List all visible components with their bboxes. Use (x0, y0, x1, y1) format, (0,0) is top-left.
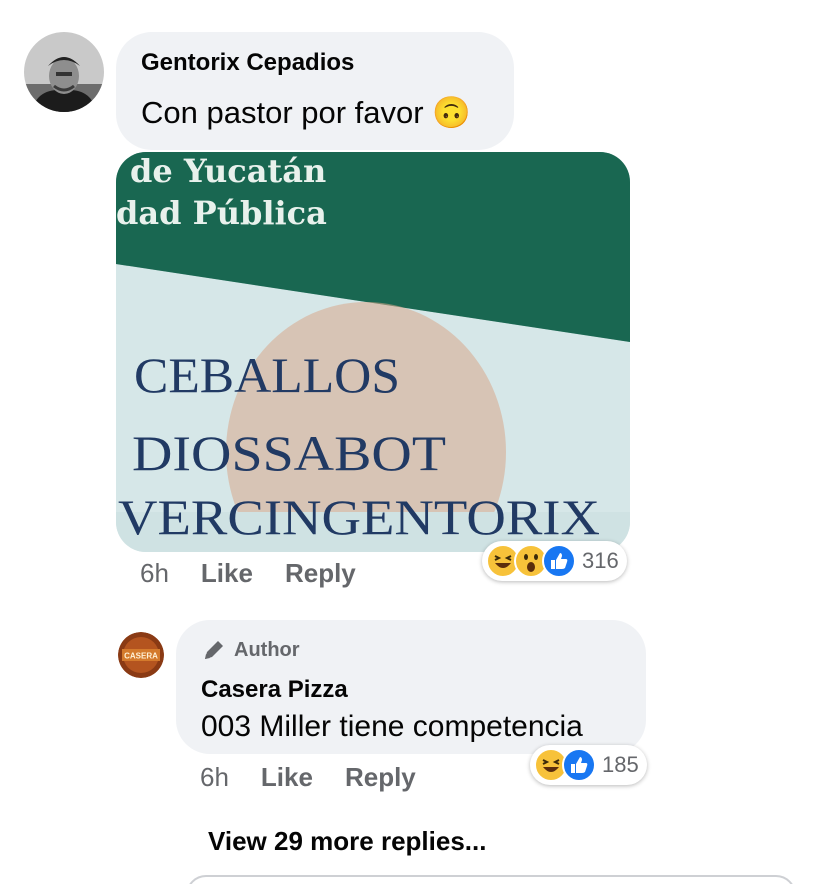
reply-reply-button[interactable]: Reply (345, 762, 416, 793)
view-more-replies-link[interactable]: View 29 more replies... (208, 826, 486, 857)
author-badge: Author (202, 638, 300, 662)
like-icon (542, 544, 576, 578)
comment-author-name[interactable]: Gentorix Cepadios (141, 49, 354, 77)
reply-timestamp[interactable]: 6h (200, 762, 229, 793)
avatar-brand-text: CASERA (124, 652, 158, 661)
comment-actions: 6h Like Reply (140, 558, 356, 589)
comment-reactions-summary[interactable]: 316 (482, 541, 627, 581)
like-icon (562, 748, 596, 782)
photo-surname1: CEBALLOS (134, 347, 400, 403)
reply-author-avatar[interactable]: CASERA (118, 632, 164, 678)
reply-reactions-summary[interactable]: 185 (530, 745, 647, 785)
comment-text: Con pastor por favor 🙃 (141, 95, 471, 130)
reply-text: 003 Miller tiene competencia (201, 710, 583, 743)
reply-bubble: Author Casera Pizza 003 Miller tiene com… (176, 620, 646, 754)
author-badge-label: Author (234, 638, 300, 661)
photo-text-line1: de Yucatán (130, 152, 326, 190)
comment-reaction-count: 316 (582, 548, 619, 573)
comment-reply-button[interactable]: Reply (285, 558, 356, 589)
comment-timestamp[interactable]: 6h (140, 558, 169, 589)
reply-input-field[interactable] (186, 875, 796, 884)
photo-surname2: DIOSSABOT (132, 425, 446, 481)
reply-actions: 6h Like Reply (200, 762, 416, 793)
photo-text-line2: dad Pública (116, 194, 327, 232)
commenter-avatar[interactable] (24, 32, 104, 112)
photo-given-name: VERCINGENTORIX (118, 489, 600, 545)
pencil-icon (205, 641, 223, 659)
comment-bubble: Gentorix Cepadios Con pastor por favor 🙃 (116, 32, 514, 150)
reply-reaction-count: 185 (602, 752, 639, 777)
reply-like-button[interactable]: Like (261, 762, 313, 793)
comment-photo[interactable]: de Yucatán dad Pública CEBALLOS DIOSSABO… (116, 152, 630, 552)
reply-author-name[interactable]: Casera Pizza (201, 676, 348, 704)
comment-like-button[interactable]: Like (201, 558, 253, 589)
